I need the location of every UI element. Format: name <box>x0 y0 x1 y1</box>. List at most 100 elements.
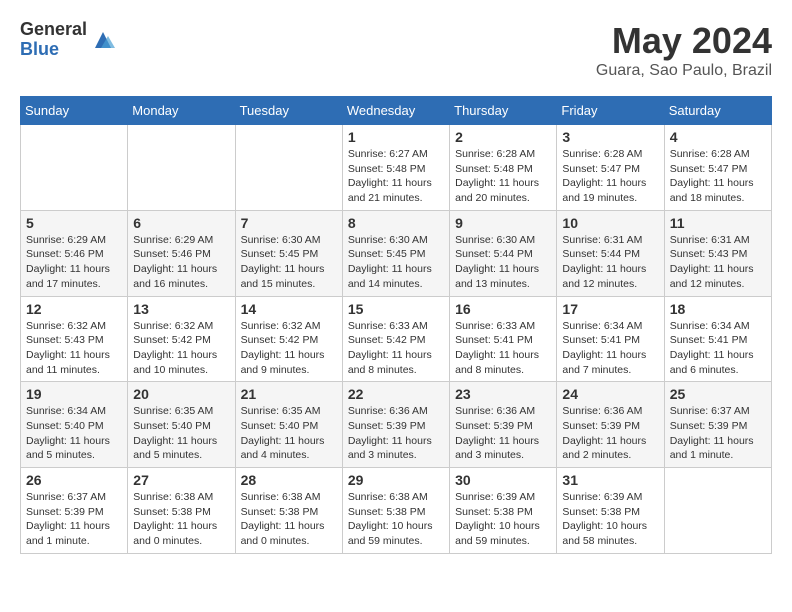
calendar-week-row: 5 Sunrise: 6:29 AMSunset: 5:46 PMDaylight… <box>21 210 772 296</box>
location: Guara, Sao Paulo, Brazil <box>596 62 772 80</box>
calendar-cell: 17Sunrise: 6:34 AMSunset: 5:41 PMDayligh… <box>557 296 664 382</box>
calendar-cell: 13Sunrise: 6:32 AMSunset: 5:42 PMDayligh… <box>128 296 235 382</box>
calendar-cell: 20 Sunrise: 6:35 AMSunset: 5:40 PMDayligh… <box>128 382 235 468</box>
day-info: Sunrise: 6:30 AMSunset: 5:45 PMDaylight:… <box>241 233 337 292</box>
calendar-cell: 10Sunrise: 6:31 AMSunset: 5:44 PMDayligh… <box>557 210 664 296</box>
day-info: Sunrise: 6:34 AMSunset: 5:40 PMDaylight:… <box>26 404 122 463</box>
column-header-friday: Friday <box>557 97 664 125</box>
calendar-cell: 24Sunrise: 6:36 AMSunset: 5:39 PMDayligh… <box>557 382 664 468</box>
calendar-cell: 11 Sunrise: 6:31 AMSunset: 5:43 PMDayligh… <box>664 210 771 296</box>
day-number: 14 <box>241 301 337 317</box>
calendar-cell: 3 Sunrise: 6:28 AMSunset: 5:47 PMDaylight… <box>557 125 664 211</box>
day-info: Sunrise: 6:28 AMSunset: 5:47 PMDaylight:… <box>670 147 766 206</box>
calendar-table: SundayMondayTuesdayWednesdayThursdayFrid… <box>20 96 772 554</box>
day-number: 11 <box>670 215 766 231</box>
day-info: Sunrise: 6:33 AMSunset: 5:42 PMDaylight:… <box>348 319 444 378</box>
day-number: 5 <box>26 215 122 231</box>
calendar-cell: 18Sunrise: 6:34 AMSunset: 5:41 PMDayligh… <box>664 296 771 382</box>
day-info: Sunrise: 6:29 AMSunset: 5:46 PMDaylight:… <box>133 233 229 292</box>
day-number: 15 <box>348 301 444 317</box>
day-number: 19 <box>26 386 122 402</box>
logo: General Blue <box>20 20 115 60</box>
day-number: 23 <box>455 386 551 402</box>
column-header-tuesday: Tuesday <box>235 97 342 125</box>
calendar-cell <box>128 125 235 211</box>
column-header-monday: Monday <box>128 97 235 125</box>
day-info: Sunrise: 6:36 AMSunset: 5:39 PMDaylight:… <box>455 404 551 463</box>
day-number: 29 <box>348 472 444 488</box>
day-info: Sunrise: 6:31 AMSunset: 5:43 PMDaylight:… <box>670 233 766 292</box>
day-info: Sunrise: 6:30 AMSunset: 5:44 PMDaylight:… <box>455 233 551 292</box>
day-number: 1 <box>348 129 444 145</box>
column-header-saturday: Saturday <box>664 97 771 125</box>
calendar-week-row: 12Sunrise: 6:32 AMSunset: 5:43 PMDayligh… <box>21 296 772 382</box>
calendar-cell: 27 Sunrise: 6:38 AMSunset: 5:38 PMDayligh… <box>128 468 235 554</box>
day-number: 7 <box>241 215 337 231</box>
calendar-cell: 2Sunrise: 6:28 AMSunset: 5:48 PMDaylight… <box>450 125 557 211</box>
calendar-cell: 26 Sunrise: 6:37 AMSunset: 5:39 PMDayligh… <box>21 468 128 554</box>
day-number: 20 <box>133 386 229 402</box>
day-info: Sunrise: 6:38 AMSunset: 5:38 PMDaylight:… <box>133 490 229 549</box>
calendar-cell: 28 Sunrise: 6:38 AMSunset: 5:38 PMDayligh… <box>235 468 342 554</box>
logo-icon <box>91 28 115 52</box>
calendar-cell: 7 Sunrise: 6:30 AMSunset: 5:45 PMDaylight… <box>235 210 342 296</box>
calendar-cell: 6 Sunrise: 6:29 AMSunset: 5:46 PMDaylight… <box>128 210 235 296</box>
day-number: 30 <box>455 472 551 488</box>
column-header-thursday: Thursday <box>450 97 557 125</box>
calendar-week-row: 19 Sunrise: 6:34 AMSunset: 5:40 PMDayligh… <box>21 382 772 468</box>
calendar-cell: 30 Sunrise: 6:39 AMSunset: 5:38 PMDayligh… <box>450 468 557 554</box>
logo-general-text: General <box>20 20 87 40</box>
day-info: Sunrise: 6:28 AMSunset: 5:47 PMDaylight:… <box>562 147 658 206</box>
calendar-cell: 29 Sunrise: 6:38 AMSunset: 5:38 PMDayligh… <box>342 468 449 554</box>
calendar-cell <box>235 125 342 211</box>
calendar-header-row: SundayMondayTuesdayWednesdayThursdayFrid… <box>21 97 772 125</box>
column-header-wednesday: Wednesday <box>342 97 449 125</box>
calendar-cell: 16Sunrise: 6:33 AMSunset: 5:41 PMDayligh… <box>450 296 557 382</box>
day-info: Sunrise: 6:38 AMSunset: 5:38 PMDaylight:… <box>348 490 444 549</box>
calendar-week-row: 26 Sunrise: 6:37 AMSunset: 5:39 PMDayligh… <box>21 468 772 554</box>
day-number: 6 <box>133 215 229 231</box>
day-number: 28 <box>241 472 337 488</box>
calendar-cell: 22Sunrise: 6:36 AMSunset: 5:39 PMDayligh… <box>342 382 449 468</box>
day-number: 26 <box>26 472 122 488</box>
day-number: 8 <box>348 215 444 231</box>
day-info: Sunrise: 6:27 AMSunset: 5:48 PMDaylight:… <box>348 147 444 206</box>
calendar-cell: 15 Sunrise: 6:33 AMSunset: 5:42 PMDayligh… <box>342 296 449 382</box>
day-info: Sunrise: 6:33 AMSunset: 5:41 PMDaylight:… <box>455 319 551 378</box>
calendar-cell: 21Sunrise: 6:35 AMSunset: 5:40 PMDayligh… <box>235 382 342 468</box>
day-number: 10 <box>562 215 658 231</box>
day-number: 27 <box>133 472 229 488</box>
calendar-cell: 31Sunrise: 6:39 AMSunset: 5:38 PMDayligh… <box>557 468 664 554</box>
page-header: General Blue May 2024 Guara, Sao Paulo, … <box>20 20 772 80</box>
calendar-cell: 8 Sunrise: 6:30 AMSunset: 5:45 PMDaylight… <box>342 210 449 296</box>
day-info: Sunrise: 6:30 AMSunset: 5:45 PMDaylight:… <box>348 233 444 292</box>
calendar-cell <box>21 125 128 211</box>
column-header-sunday: Sunday <box>21 97 128 125</box>
day-info: Sunrise: 6:35 AMSunset: 5:40 PMDaylight:… <box>133 404 229 463</box>
day-number: 12 <box>26 301 122 317</box>
day-info: Sunrise: 6:38 AMSunset: 5:38 PMDaylight:… <box>241 490 337 549</box>
day-number: 9 <box>455 215 551 231</box>
calendar-week-row: 1 Sunrise: 6:27 AMSunset: 5:48 PMDaylight… <box>21 125 772 211</box>
day-info: Sunrise: 6:37 AMSunset: 5:39 PMDaylight:… <box>26 490 122 549</box>
title-block: May 2024 Guara, Sao Paulo, Brazil <box>596 20 772 80</box>
calendar-cell: 19 Sunrise: 6:34 AMSunset: 5:40 PMDayligh… <box>21 382 128 468</box>
day-number: 3 <box>562 129 658 145</box>
day-info: Sunrise: 6:32 AMSunset: 5:42 PMDaylight:… <box>241 319 337 378</box>
month-title: May 2024 <box>596 20 772 62</box>
day-number: 17 <box>562 301 658 317</box>
calendar-cell: 14 Sunrise: 6:32 AMSunset: 5:42 PMDayligh… <box>235 296 342 382</box>
day-info: Sunrise: 6:35 AMSunset: 5:40 PMDaylight:… <box>241 404 337 463</box>
day-info: Sunrise: 6:39 AMSunset: 5:38 PMDaylight:… <box>562 490 658 549</box>
day-info: Sunrise: 6:39 AMSunset: 5:38 PMDaylight:… <box>455 490 551 549</box>
day-number: 4 <box>670 129 766 145</box>
day-info: Sunrise: 6:36 AMSunset: 5:39 PMDaylight:… <box>348 404 444 463</box>
calendar-cell: 12Sunrise: 6:32 AMSunset: 5:43 PMDayligh… <box>21 296 128 382</box>
calendar-cell <box>664 468 771 554</box>
day-info: Sunrise: 6:37 AMSunset: 5:39 PMDaylight:… <box>670 404 766 463</box>
day-number: 18 <box>670 301 766 317</box>
calendar-cell: 5 Sunrise: 6:29 AMSunset: 5:46 PMDaylight… <box>21 210 128 296</box>
calendar-cell: 4 Sunrise: 6:28 AMSunset: 5:47 PMDaylight… <box>664 125 771 211</box>
day-number: 24 <box>562 386 658 402</box>
day-info: Sunrise: 6:29 AMSunset: 5:46 PMDaylight:… <box>26 233 122 292</box>
